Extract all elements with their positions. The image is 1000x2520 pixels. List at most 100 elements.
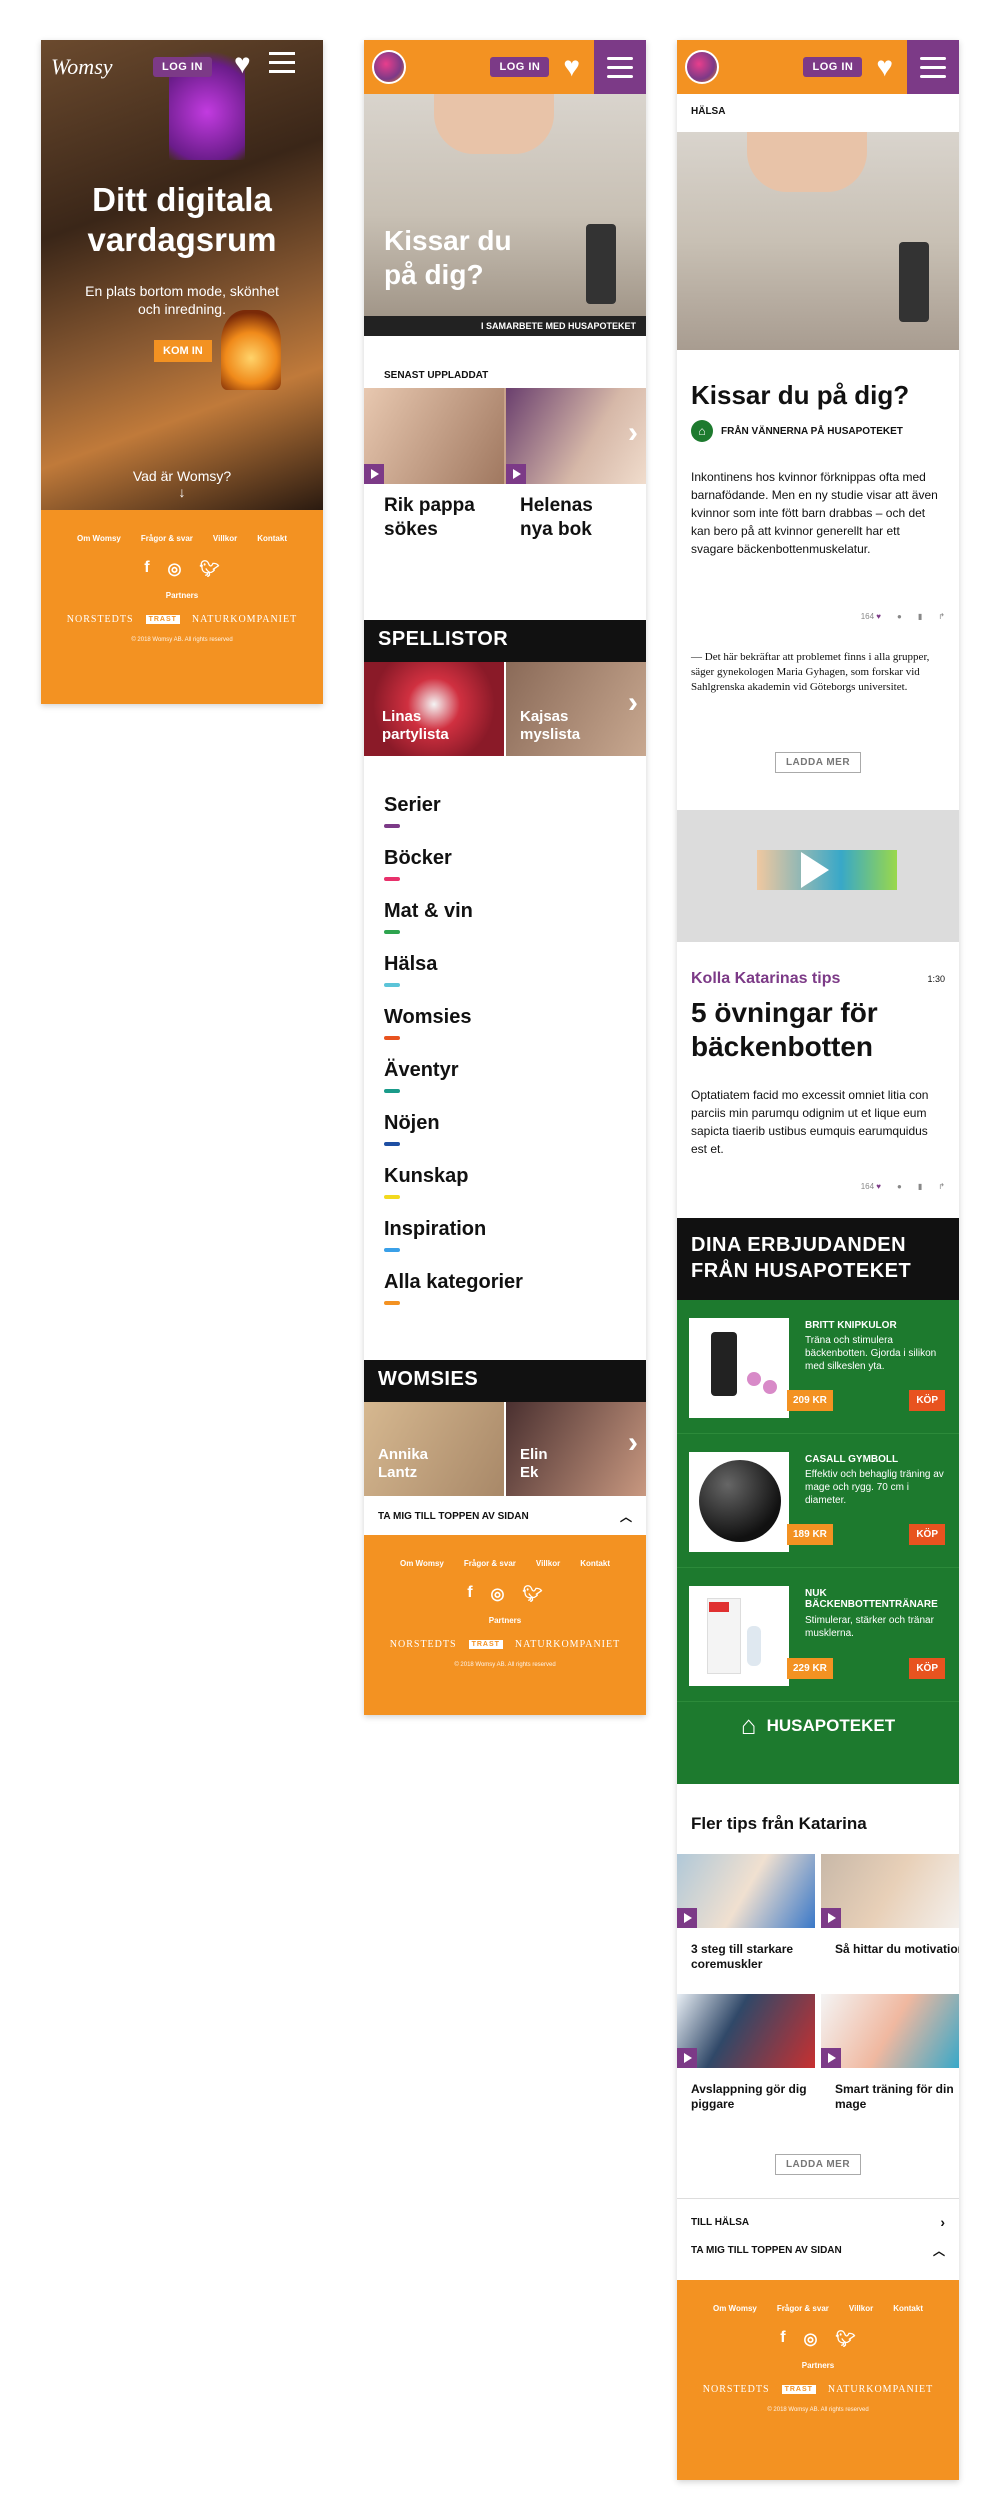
category-item[interactable]: Alla kategorier (364, 1271, 646, 1324)
comment-icon[interactable]: ● (897, 612, 902, 621)
avatar[interactable] (685, 50, 719, 84)
tip-title[interactable]: 3 steg till starkare coremuskler (691, 1942, 821, 1972)
product-card[interactable]: CASALL GYMBOLL Effektiv och behaglig trän… (677, 1434, 959, 1568)
partner-logo[interactable]: NATURKOMPANIET (515, 1639, 620, 1650)
tip-thumbnail[interactable] (677, 1994, 815, 2068)
video-kicker: Kolla Katarinas tips (691, 970, 841, 987)
footer-link[interactable]: Kontakt (580, 1559, 610, 1568)
buy-button[interactable]: KÖP (909, 1390, 945, 1411)
footer-link[interactable]: Villkor (213, 534, 237, 543)
chevron-right-icon[interactable]: › (628, 416, 638, 450)
login-button[interactable]: LOG IN (490, 57, 550, 77)
womsie-thumb[interactable]: Annika Lantz (364, 1402, 504, 1496)
partner-logo[interactable]: NORSTEDTS (67, 614, 134, 625)
menu-icon[interactable] (269, 52, 295, 73)
partner-logo[interactable]: TRAST (781, 2385, 816, 2394)
category-item[interactable]: Serier (364, 794, 646, 847)
category-item[interactable]: Böcker (364, 847, 646, 900)
instagram-icon[interactable]: ◎ (168, 559, 182, 579)
footer-link[interactable]: Kontakt (893, 2304, 923, 2313)
playlist-thumb[interactable]: Kajsas myslista (506, 662, 646, 756)
source-line[interactable]: ⌂ FRÅN VÄNNERNA PÅ HUSAPOTEKET (691, 420, 903, 442)
partner-logo[interactable]: TRAST (145, 615, 180, 624)
footer-link[interactable]: Frågor & svar (141, 534, 193, 543)
product-card[interactable]: NUK BÄCKENBOTTENTRÄNARE Stimulerar, stärk… (677, 1568, 959, 1702)
like-count[interactable]: 164 ♥ (861, 1182, 881, 1191)
share-icon[interactable]: ↱ (938, 612, 945, 621)
latest-thumb[interactable] (364, 388, 504, 484)
heart-icon[interactable]: ♥ (234, 50, 251, 78)
menu-button[interactable] (907, 40, 959, 94)
footer-link[interactable]: Frågor & svar (464, 1559, 516, 1568)
twitter-icon[interactable]: 🐦︎ (835, 2329, 855, 2349)
buy-button[interactable]: KÖP (909, 1658, 945, 1679)
like-count[interactable]: 164 ♥ (861, 612, 881, 621)
section-label[interactable]: HÄLSA (691, 106, 725, 117)
bookmark-icon[interactable]: ▮ (918, 1182, 922, 1191)
footer-link[interactable]: Kontakt (257, 534, 287, 543)
playlist-thumb[interactable]: Linas partylista (364, 662, 504, 756)
category-item[interactable]: Mat & vin (364, 900, 646, 953)
instagram-icon[interactable]: ◎ (804, 2329, 818, 2349)
logo[interactable]: Womsy (51, 54, 113, 80)
screen-article: LOG IN ♥ HÄLSA Kissar du på dig? ⌂ FRÅN … (677, 40, 959, 2480)
enter-button[interactable]: KOM IN (154, 340, 212, 362)
bookmark-icon[interactable]: ▮ (918, 612, 922, 621)
twitter-icon[interactable]: 🐦︎ (199, 559, 219, 579)
womsie-thumb[interactable]: Elin Ek (506, 1402, 646, 1496)
tip-thumbnail[interactable] (677, 1854, 815, 1928)
what-is-womsy-link[interactable]: Vad är Womsy? (81, 468, 283, 484)
category-item[interactable]: Inspiration (364, 1218, 646, 1271)
footer-link[interactable]: Om Womsy (77, 534, 121, 543)
tip-thumbnail[interactable] (821, 1994, 959, 2068)
latest-title[interactable]: Rik pappa sökes (384, 494, 494, 542)
to-health-link[interactable]: TILL HÄLSA › (677, 2208, 959, 2236)
comment-icon[interactable]: ● (897, 1182, 902, 1191)
partner-logo[interactable]: NORSTEDTS (703, 2384, 770, 2395)
to-top-link[interactable]: TA MIG TILL TOPPEN AV SIDAN ︿ (677, 2236, 959, 2264)
tip-title[interactable]: Smart träning för din mage (835, 2082, 959, 2112)
husapoteket-logo[interactable]: ⌂ HUSAPOTEKET (677, 1710, 959, 1741)
product-card[interactable]: BRITT KNIPKULOR Träna och stimulera bäcke… (677, 1300, 959, 1434)
latest-thumb[interactable] (506, 388, 646, 484)
to-top-link[interactable]: TA MIG TILL TOPPEN AV SIDAN ︿ (364, 1502, 646, 1530)
category-item[interactable]: Nöjen (364, 1112, 646, 1165)
tip-title[interactable]: Avslappning gör dig piggare (691, 2082, 821, 2112)
latest-title[interactable]: Helenas nya bok (520, 494, 630, 542)
category-item[interactable]: Womsies (364, 1006, 646, 1059)
tip-title[interactable]: Så hittar du motivation (835, 1942, 959, 1957)
footer-link[interactable]: Om Womsy (713, 2304, 757, 2313)
partner-logo[interactable]: NORSTEDTS (390, 1639, 457, 1650)
load-more-button[interactable]: LADDA MER (775, 2154, 861, 2175)
facebook-icon[interactable]: f (780, 2329, 785, 2349)
footer-link[interactable]: Villkor (536, 1559, 560, 1568)
heart-icon[interactable]: ♥ (563, 53, 580, 81)
product-name: NUK BÄCKENBOTTENTRÄNARE (805, 1588, 938, 1610)
facebook-icon[interactable]: f (144, 559, 149, 579)
instagram-icon[interactable]: ◎ (491, 1584, 505, 1604)
footer-link[interactable]: Frågor & svar (777, 2304, 829, 2313)
hero-image[interactable]: Kissar du på dig? I SAMARBETE MED HUSAPO… (364, 94, 646, 336)
footer-link[interactable]: Villkor (849, 2304, 873, 2313)
login-button[interactable]: LOG IN (803, 57, 863, 77)
tip-thumbnail[interactable] (821, 1854, 959, 1928)
avatar[interactable] (372, 50, 406, 84)
chevron-right-icon[interactable]: › (628, 1426, 638, 1460)
chevron-right-icon[interactable]: › (628, 686, 638, 720)
heart-icon[interactable]: ♥ (876, 53, 893, 81)
login-button[interactable]: LOG IN (153, 57, 212, 77)
share-icon[interactable]: ↱ (938, 1182, 945, 1191)
category-item[interactable]: Kunskap (364, 1165, 646, 1218)
category-item[interactable]: Äventyr (364, 1059, 646, 1112)
twitter-icon[interactable]: 🐦︎ (522, 1584, 542, 1604)
partner-logo[interactable]: TRAST (468, 1640, 503, 1649)
buy-button[interactable]: KÖP (909, 1524, 945, 1545)
video-player[interactable] (677, 810, 959, 942)
load-more-button[interactable]: LADDA MER (775, 752, 861, 773)
partner-logo[interactable]: NATURKOMPANIET (192, 614, 297, 625)
category-item[interactable]: Hälsa (364, 953, 646, 1006)
partner-logo[interactable]: NATURKOMPANIET (828, 2384, 933, 2395)
facebook-icon[interactable]: f (467, 1584, 472, 1604)
menu-button[interactable] (594, 40, 646, 94)
footer-link[interactable]: Om Womsy (400, 1559, 444, 1568)
